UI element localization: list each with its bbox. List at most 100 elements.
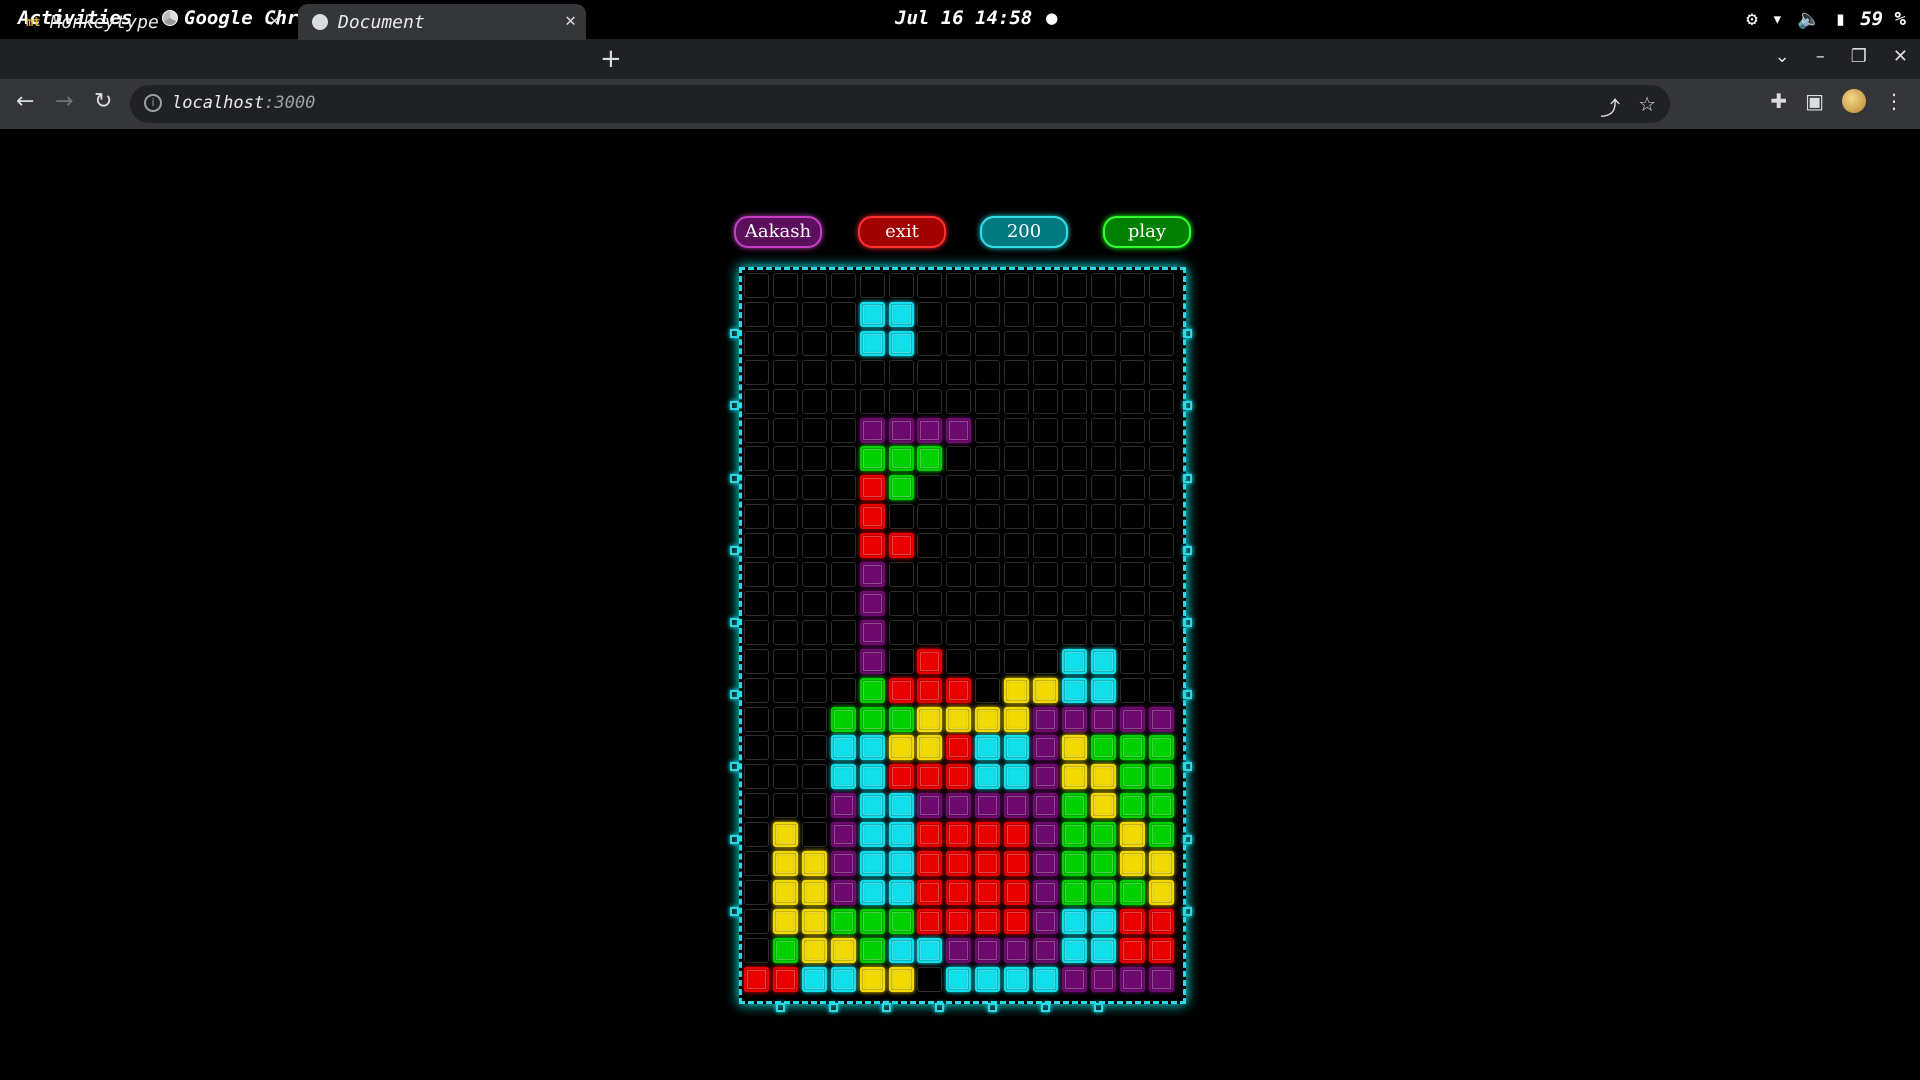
empty-cell bbox=[1061, 562, 1087, 587]
empty-cell bbox=[1119, 504, 1145, 530]
block-cell bbox=[888, 446, 914, 472]
block-cell bbox=[888, 533, 914, 559]
tab-title: Document bbox=[338, 11, 425, 33]
share-icon[interactable]: ⤴ bbox=[1600, 92, 1620, 121]
block-cell bbox=[946, 822, 972, 848]
extensions-puzzle-icon[interactable]: ✚ bbox=[1770, 89, 1787, 113]
settings-gear-icon[interactable]: ⚙ bbox=[1746, 8, 1757, 30]
block-cell bbox=[1061, 648, 1087, 674]
battery-percent: 59 % bbox=[1860, 7, 1906, 30]
empty-cell bbox=[975, 677, 1001, 703]
block-cell bbox=[1004, 706, 1030, 732]
block-cell bbox=[1148, 822, 1174, 848]
close-icon[interactable]: ✕ bbox=[269, 10, 280, 31]
empty-cell bbox=[1004, 562, 1030, 587]
block-cell bbox=[1004, 764, 1030, 790]
block-cell bbox=[859, 533, 885, 559]
clock[interactable]: Jul 16 14:58 bbox=[895, 7, 1032, 29]
empty-cell bbox=[946, 273, 972, 298]
frame-stud bbox=[1183, 762, 1192, 771]
empty-cell bbox=[830, 301, 856, 327]
empty-cell bbox=[772, 475, 798, 501]
empty-cell bbox=[888, 648, 914, 674]
empty-cell bbox=[1061, 619, 1087, 645]
block-cell bbox=[888, 822, 914, 848]
empty-cell bbox=[830, 562, 856, 587]
empty-cell bbox=[744, 590, 769, 616]
frame-stud bbox=[1183, 690, 1192, 699]
empty-cell bbox=[917, 359, 943, 385]
block-cell bbox=[1090, 879, 1116, 905]
block-cell bbox=[888, 851, 914, 876]
reload-icon[interactable]: ↻ bbox=[94, 89, 112, 114]
empty-cell bbox=[1090, 504, 1116, 530]
block-cell bbox=[859, 590, 885, 616]
block-cell bbox=[917, 706, 943, 732]
frame-stud bbox=[730, 618, 739, 627]
empty-cell bbox=[830, 504, 856, 530]
empty-cell bbox=[1148, 677, 1174, 703]
empty-cell bbox=[917, 301, 943, 327]
bookmark-star-icon[interactable]: ☆ bbox=[1638, 92, 1656, 121]
address-bar[interactable]: i localhost:3000 ⤴ ☆ bbox=[130, 85, 1670, 123]
block-cell bbox=[975, 822, 1001, 848]
minimize-icon[interactable]: – bbox=[1816, 46, 1825, 67]
close-icon[interactable]: ✕ bbox=[565, 10, 576, 31]
block-cell bbox=[859, 706, 885, 732]
empty-cell bbox=[946, 648, 972, 674]
tab-search-chevron-icon[interactable]: ⌄ bbox=[1775, 46, 1790, 67]
block-cell bbox=[946, 793, 972, 819]
url-text[interactable]: localhost:3000 bbox=[172, 93, 315, 113]
close-window-icon[interactable]: ✕ bbox=[1893, 46, 1908, 67]
empty-cell bbox=[1090, 417, 1116, 443]
empty-cell bbox=[1119, 475, 1145, 501]
block-cell bbox=[946, 879, 972, 905]
tab-monkeytype[interactable]: mt Monkeytype ✕ bbox=[10, 4, 290, 40]
block-cell bbox=[975, 706, 1001, 732]
empty-cell bbox=[1004, 301, 1030, 327]
play-button[interactable]: play bbox=[1103, 216, 1191, 248]
empty-cell bbox=[946, 330, 972, 356]
block-cell bbox=[946, 706, 972, 732]
empty-cell bbox=[1033, 475, 1058, 501]
empty-cell bbox=[1004, 648, 1030, 674]
tab-strip bbox=[0, 39, 1920, 79]
exit-button[interactable]: exit bbox=[858, 216, 946, 248]
block-cell bbox=[830, 908, 856, 934]
menu-kebab-icon[interactable]: ⋮ bbox=[1884, 89, 1904, 113]
empty-cell bbox=[1119, 417, 1145, 443]
empty-cell bbox=[946, 359, 972, 385]
tab-document[interactable]: Document ✕ bbox=[298, 4, 586, 40]
frame-stud bbox=[1183, 329, 1192, 338]
empty-cell bbox=[1148, 359, 1174, 385]
empty-cell bbox=[830, 388, 856, 414]
frame-stud bbox=[988, 1003, 997, 1012]
empty-cell bbox=[1061, 330, 1087, 356]
block-cell bbox=[859, 475, 885, 501]
block-cell bbox=[859, 908, 885, 934]
empty-cell bbox=[801, 822, 827, 848]
empty-cell bbox=[744, 562, 769, 587]
empty-cell bbox=[801, 677, 827, 703]
block-cell bbox=[888, 966, 914, 992]
restore-icon[interactable]: ❐ bbox=[1851, 46, 1867, 67]
block-cell bbox=[1004, 793, 1030, 819]
system-tray[interactable]: ⚙ ▾ 🔈 ▮ 59 % bbox=[1746, 7, 1906, 31]
empty-cell bbox=[1004, 273, 1030, 298]
profile-avatar[interactable] bbox=[1842, 89, 1866, 113]
site-info-icon[interactable]: i bbox=[144, 94, 162, 112]
back-arrow-icon[interactable]: ← bbox=[16, 89, 34, 114]
block-cell bbox=[859, 648, 885, 674]
block-cell bbox=[1090, 822, 1116, 848]
block-cell bbox=[1148, 735, 1174, 761]
empty-cell bbox=[917, 590, 943, 616]
empty-cell bbox=[830, 648, 856, 674]
empty-cell bbox=[1148, 301, 1174, 327]
block-cell bbox=[917, 937, 943, 963]
forward-arrow-icon[interactable]: → bbox=[55, 89, 73, 114]
side-panel-icon[interactable]: ▣ bbox=[1805, 89, 1824, 113]
block-cell bbox=[830, 879, 856, 905]
new-tab-button[interactable]: + bbox=[600, 44, 622, 74]
block-cell bbox=[917, 851, 943, 876]
empty-cell bbox=[830, 273, 856, 298]
